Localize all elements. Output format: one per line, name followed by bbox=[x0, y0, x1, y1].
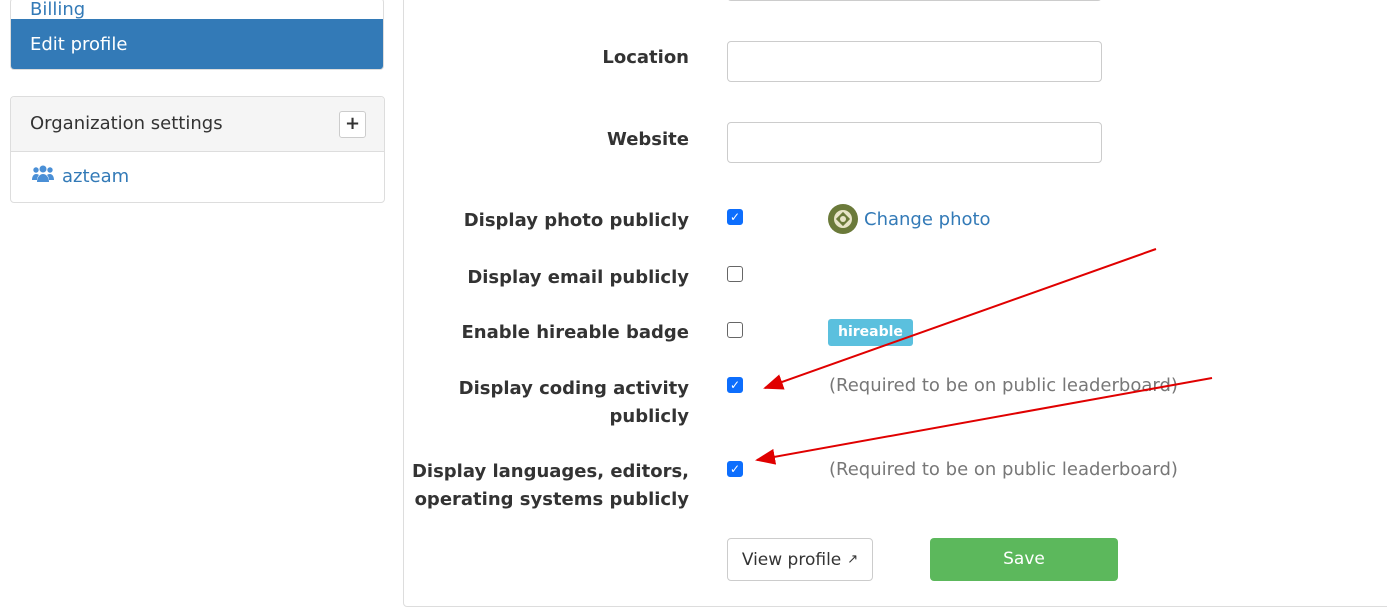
arrow-1 bbox=[763, 248, 1157, 390]
annotation-arrows bbox=[755, 248, 1213, 465]
arrow-2 bbox=[755, 377, 1213, 465]
